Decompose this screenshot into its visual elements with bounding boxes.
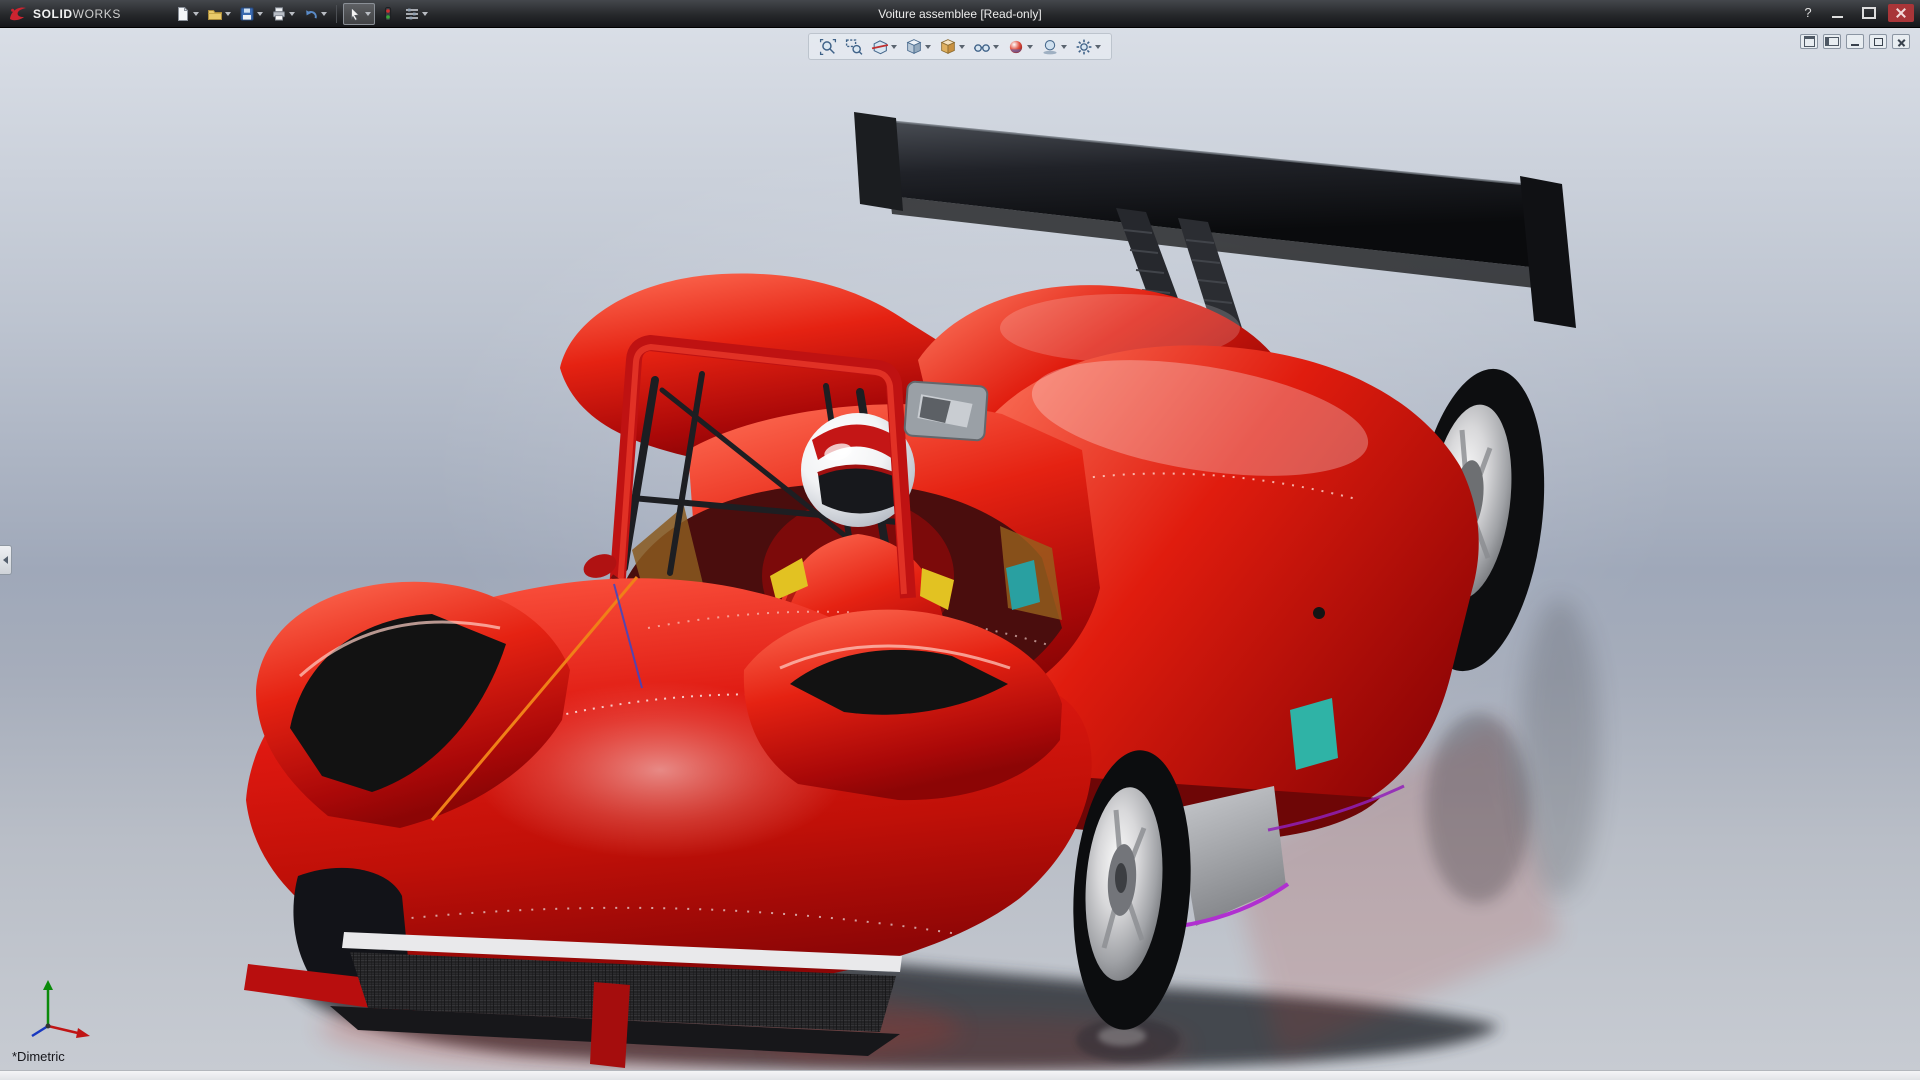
appearance-ball-icon [1007, 38, 1025, 56]
next-window-button[interactable] [1823, 34, 1841, 49]
options-button[interactable] [401, 3, 431, 25]
title-bar: SOLIDWORKS [0, 0, 1920, 28]
dropdown-caret-icon [225, 12, 231, 16]
hide-show-glasses-icon [973, 38, 991, 56]
dropdown-caret-icon [1027, 45, 1033, 49]
view-orientation-button[interactable] [902, 36, 934, 58]
options-sliders-icon [404, 6, 420, 22]
select-tool-button[interactable] [343, 3, 375, 25]
brand-bold: SOLID [33, 7, 73, 21]
zoom-to-fit-button[interactable] [816, 36, 840, 58]
save-floppy-icon [239, 6, 255, 22]
display-style-icon [939, 38, 957, 56]
zoom-to-area-button[interactable] [842, 36, 866, 58]
view-settings-button[interactable] [1072, 36, 1104, 58]
dropdown-caret-icon [925, 45, 931, 49]
printer-icon [271, 6, 287, 22]
race-car-model[interactable] [0, 28, 1920, 1070]
minimize-button[interactable] [1824, 4, 1850, 22]
save-button[interactable] [236, 3, 266, 25]
window-controls: ? [1798, 4, 1914, 22]
open-folder-icon [207, 6, 223, 22]
brand-light: WORKS [73, 7, 121, 21]
display-style-button[interactable] [936, 36, 968, 58]
quick-access-toolbar [172, 2, 431, 26]
dropdown-caret-icon [365, 12, 371, 16]
document-window-controls [1800, 34, 1910, 49]
dropdown-caret-icon [891, 45, 897, 49]
view-settings-gear-icon [1075, 38, 1093, 56]
rear-view-mirror [904, 381, 988, 440]
rebuild-button[interactable] [377, 3, 399, 25]
graphics-viewport[interactable]: *Dimetric [0, 28, 1920, 1070]
heads-up-view-toolbar [808, 33, 1112, 60]
solidworks-window: SOLIDWORKS [0, 0, 1920, 1080]
apply-scene-button[interactable] [1038, 36, 1070, 58]
view-orientation-label: *Dimetric [12, 1049, 65, 1064]
apply-scene-icon [1041, 38, 1059, 56]
print-button[interactable] [268, 3, 298, 25]
open-document-button[interactable] [204, 3, 234, 25]
help-button[interactable]: ? [1798, 4, 1818, 22]
status-bar [0, 1070, 1920, 1080]
previous-window-button[interactable] [1800, 34, 1818, 49]
minimize-document-button[interactable] [1846, 34, 1864, 49]
edit-appearance-button[interactable] [1004, 36, 1036, 58]
featuremanager-collapse-tab[interactable] [0, 545, 12, 575]
rebuild-traffic-icon [380, 6, 396, 22]
zoom-to-area-icon [845, 38, 863, 56]
dropdown-caret-icon [321, 12, 327, 16]
section-view-icon [871, 38, 889, 56]
dropdown-caret-icon [289, 12, 295, 16]
dropdown-caret-icon [993, 45, 999, 49]
dropdown-caret-icon [193, 12, 199, 16]
dropdown-caret-icon [1061, 45, 1067, 49]
solidworks-logo-icon [8, 4, 28, 24]
view-orientation-cube-icon [905, 38, 923, 56]
brand-text: SOLIDWORKS [33, 7, 121, 21]
zoom-to-fit-icon [819, 38, 837, 56]
new-document-button[interactable] [172, 3, 202, 25]
section-view-button[interactable] [868, 36, 900, 58]
dropdown-caret-icon [257, 12, 263, 16]
undo-arrow-icon [303, 6, 319, 22]
rear-wing [854, 112, 1576, 328]
dropdown-caret-icon [959, 45, 965, 49]
undo-button[interactable] [300, 3, 330, 25]
maximize-button[interactable] [1856, 4, 1882, 22]
dropdown-caret-icon [422, 12, 428, 16]
select-cursor-icon [347, 6, 363, 22]
app-logo: SOLIDWORKS [8, 0, 121, 28]
close-document-button[interactable] [1892, 34, 1910, 49]
close-button[interactable] [1888, 4, 1914, 22]
orientation-triad [18, 974, 98, 1044]
new-document-icon [175, 6, 191, 22]
hide-show-items-button[interactable] [970, 36, 1002, 58]
dropdown-caret-icon [1095, 45, 1101, 49]
restore-document-button[interactable] [1869, 34, 1887, 49]
toolbar-separator [336, 5, 337, 23]
